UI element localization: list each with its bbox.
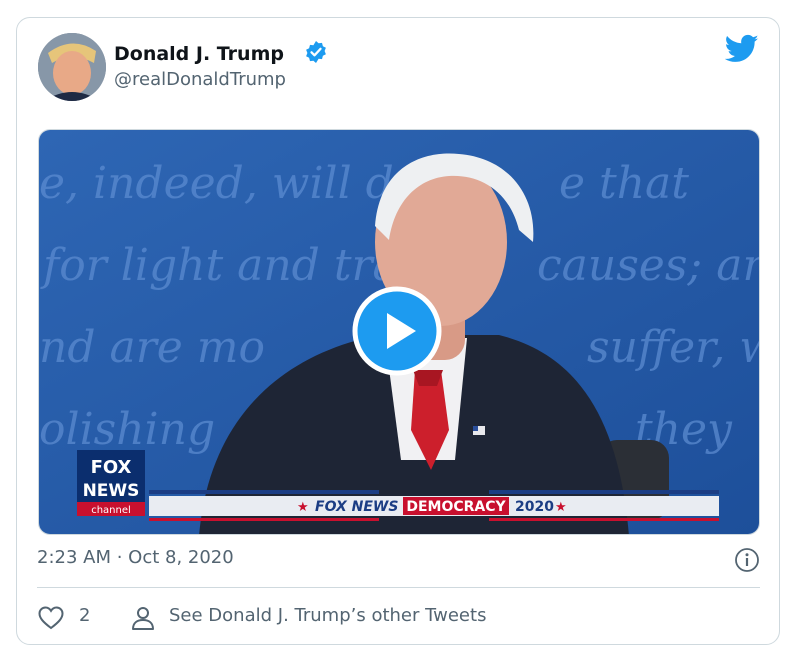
backdrop-text: e that	[559, 158, 689, 209]
see-other-tweets-link[interactable]: See Donald J. Trump’s other Tweets	[169, 605, 486, 626]
tweet-timestamp[interactable]: 2:23 AM · Oct 8, 2020	[37, 547, 234, 568]
like-count: 2	[79, 605, 91, 626]
banner-year: 2020	[515, 499, 554, 515]
banner-brand: FOX NEWS	[315, 499, 398, 515]
info-icon[interactable]	[734, 547, 760, 573]
fox-logo-text: channel	[91, 505, 131, 516]
play-button[interactable]	[352, 286, 442, 376]
svg-text:★: ★	[297, 500, 309, 515]
backdrop-text: for light and tra	[40, 240, 399, 291]
backdrop-text: e, indeed, will d	[39, 158, 394, 209]
author-name[interactable]: Donald J. Trump	[114, 42, 284, 66]
heart-icon[interactable]	[37, 604, 65, 632]
tweet-card[interactable]: Donald J. Trump @realDonaldTrump e, inde…	[16, 17, 780, 645]
twitter-bird-icon[interactable]	[725, 34, 759, 64]
divider	[37, 587, 760, 588]
backdrop-text: causes; an	[537, 240, 760, 291]
verified-badge-icon	[306, 41, 326, 63]
video-player[interactable]: e, indeed, will d e that for light and t…	[38, 129, 760, 535]
backdrop-text: suffer, whe	[587, 322, 760, 373]
fox-logo-text: FOX	[91, 457, 132, 478]
fox-logo-text: NEWS	[83, 481, 140, 501]
avatar[interactable]	[38, 33, 106, 101]
backdrop-text: nd are mo	[39, 322, 265, 373]
author-handle[interactable]: @realDonaldTrump	[114, 68, 286, 92]
banner-title: DEMOCRACY	[406, 499, 506, 515]
svg-text:★: ★	[555, 500, 567, 515]
person-icon	[132, 607, 154, 630]
backdrop-text: olishing	[39, 404, 215, 455]
